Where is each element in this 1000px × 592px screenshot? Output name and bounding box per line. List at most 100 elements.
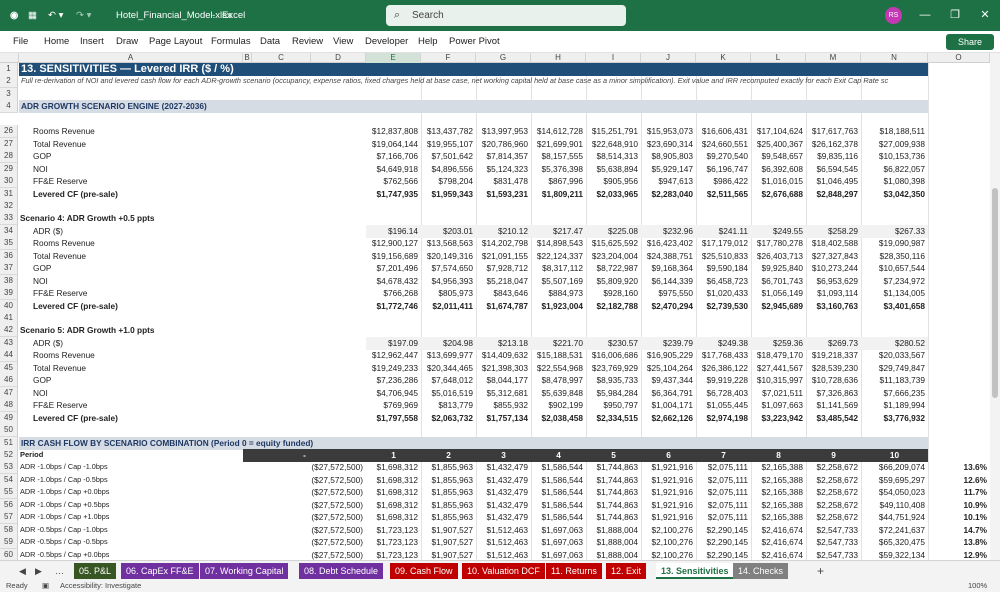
column-header-E[interactable]: E — [366, 53, 421, 63]
cash-flow-cell[interactable]: $1,698,312 — [366, 486, 421, 499]
value-cell[interactable]: $843,646 — [476, 287, 531, 300]
value-cell[interactable]: $20,786,960 — [476, 138, 531, 151]
row-header-26[interactable]: 26 — [0, 125, 18, 138]
value-cell[interactable]: $23,769,929 — [586, 362, 641, 375]
value-cell[interactable]: $5,809,920 — [586, 275, 641, 288]
value-cell[interactable]: $17,768,433 — [696, 349, 751, 362]
value-cell[interactable]: $928,160 — [586, 287, 641, 300]
value-cell[interactable]: $17,104,624 — [751, 125, 806, 138]
row-header-51[interactable]: 51 — [0, 437, 18, 450]
value-cell[interactable]: $20,149,316 — [421, 250, 476, 263]
row-header-57[interactable]: 57 — [0, 511, 18, 524]
value-cell[interactable]: $225.08 — [586, 225, 641, 238]
value-cell[interactable]: $4,678,432 — [366, 275, 421, 288]
row-header-28[interactable]: 28 — [0, 150, 18, 163]
value-cell[interactable]: $813,779 — [421, 399, 476, 412]
cash-flow-cell[interactable]: $1,698,312 — [366, 461, 421, 474]
row-header-27[interactable]: 27 — [0, 138, 18, 151]
irr-value[interactable]: 10.9% — [928, 499, 990, 512]
value-cell[interactable]: $7,021,511 — [751, 387, 806, 400]
value-cell[interactable]: $23,204,004 — [586, 250, 641, 263]
cash-flow-cell[interactable]: $1,921,916 — [641, 499, 696, 512]
cash-flow-cell[interactable]: $59,322,134 — [861, 549, 928, 560]
column-header-M[interactable]: M — [806, 53, 861, 63]
value-cell[interactable]: $947,613 — [641, 175, 696, 188]
value-cell[interactable]: $204.98 — [421, 337, 476, 350]
value-cell[interactable]: $15,953,073 — [641, 125, 696, 138]
menu-draw[interactable]: Draw — [116, 31, 138, 53]
value-cell[interactable]: $6,144,339 — [641, 275, 696, 288]
row-header-30[interactable]: 30 — [0, 175, 18, 188]
row-header-47[interactable]: 47 — [0, 387, 18, 400]
value-cell[interactable]: $17,179,012 — [696, 237, 751, 250]
value-cell[interactable]: $1,055,445 — [696, 399, 751, 412]
value-cell[interactable]: $1,141,569 — [806, 399, 861, 412]
cash-flow-cell[interactable]: $1,698,312 — [366, 499, 421, 512]
value-cell[interactable]: $12,962,447 — [366, 349, 421, 362]
value-cell[interactable]: $13,997,953 — [476, 125, 531, 138]
value-cell[interactable]: $1,097,663 — [751, 399, 806, 412]
value-cell[interactable]: $766,268 — [366, 287, 421, 300]
column-header-N[interactable]: N — [861, 53, 928, 63]
value-cell[interactable]: $1,593,231 — [476, 188, 531, 201]
value-cell[interactable]: $249.38 — [696, 337, 751, 350]
value-cell[interactable]: $8,317,112 — [531, 262, 586, 275]
value-cell[interactable]: $9,919,228 — [696, 374, 751, 387]
cash-flow-cell[interactable]: $1,432,479 — [476, 499, 531, 512]
value-cell[interactable]: $20,344,465 — [421, 362, 476, 375]
row-header-56[interactable]: 56 — [0, 499, 18, 512]
cash-flow-cell[interactable]: $1,744,863 — [586, 474, 641, 487]
irr-value[interactable]: 14.7% — [928, 524, 990, 537]
value-cell[interactable]: $769,969 — [366, 399, 421, 412]
value-cell[interactable]: $9,168,364 — [641, 262, 696, 275]
value-cell[interactable]: $6,364,791 — [641, 387, 696, 400]
scrollbar-thumb[interactable] — [992, 188, 998, 398]
row-header-52[interactable]: 52 — [0, 449, 18, 462]
column-header-O[interactable]: O — [928, 53, 990, 63]
value-cell[interactable]: $5,929,147 — [641, 163, 696, 176]
value-cell[interactable]: $25,400,367 — [751, 138, 806, 151]
value-cell[interactable]: $14,409,632 — [476, 349, 531, 362]
row-header-59[interactable]: 59 — [0, 536, 18, 549]
cash-flow-cell[interactable]: $2,547,733 — [806, 524, 861, 537]
value-cell[interactable]: $22,554,968 — [531, 362, 586, 375]
cash-flow-cell[interactable]: $1,512,463 — [476, 524, 531, 537]
value-cell[interactable]: $5,984,284 — [586, 387, 641, 400]
value-cell[interactable]: $855,932 — [476, 399, 531, 412]
cash-flow-cell[interactable]: $2,290,145 — [696, 549, 751, 560]
row-header-50[interactable]: 50 — [0, 424, 18, 437]
value-cell[interactable]: $18,402,588 — [806, 237, 861, 250]
value-cell[interactable]: $267.33 — [861, 225, 928, 238]
value-cell[interactable]: $8,722,987 — [586, 262, 641, 275]
value-cell[interactable]: $2,511,565 — [696, 188, 751, 201]
search-input[interactable]: ⌕ Search — [386, 5, 626, 26]
value-cell[interactable]: $19,156,689 — [366, 250, 421, 263]
cash-flow-cell[interactable]: $54,050,023 — [861, 486, 928, 499]
vertical-scrollbar[interactable] — [990, 53, 1000, 560]
value-cell[interactable]: $13,699,977 — [421, 349, 476, 362]
cash-flow-cell[interactable]: ($27,572,500) — [243, 524, 366, 537]
value-cell[interactable]: $4,956,393 — [421, 275, 476, 288]
irr-value[interactable]: 12.9% — [928, 549, 990, 560]
cash-flow-cell[interactable]: $2,547,733 — [806, 536, 861, 549]
value-cell[interactable]: $20,033,567 — [861, 349, 928, 362]
value-cell[interactable]: $2,011,411 — [421, 300, 476, 313]
value-cell[interactable]: $258.29 — [806, 225, 861, 238]
value-cell[interactable]: $6,392,608 — [751, 163, 806, 176]
cash-flow-cell[interactable]: $2,416,674 — [751, 536, 806, 549]
value-cell[interactable]: $1,959,343 — [421, 188, 476, 201]
avatar[interactable]: RS — [885, 7, 902, 24]
menu-page-layout[interactable]: Page Layout — [149, 31, 202, 53]
value-cell[interactable]: $2,739,530 — [696, 300, 751, 313]
value-cell[interactable]: $1,797,558 — [366, 412, 421, 425]
row-header-54[interactable]: 54 — [0, 474, 18, 487]
sheet-tab-07[interactable]: 07. Working Capital — [200, 563, 289, 579]
value-cell[interactable]: $8,044,177 — [476, 374, 531, 387]
value-cell[interactable]: $28,350,116 — [861, 250, 928, 263]
value-cell[interactable]: $10,728,636 — [806, 374, 861, 387]
value-cell[interactable]: $8,935,733 — [586, 374, 641, 387]
cash-flow-cell[interactable]: $2,165,388 — [751, 461, 806, 474]
value-cell[interactable]: $831,478 — [476, 175, 531, 188]
value-cell[interactable]: $8,514,313 — [586, 150, 641, 163]
value-cell[interactable]: $7,166,706 — [366, 150, 421, 163]
